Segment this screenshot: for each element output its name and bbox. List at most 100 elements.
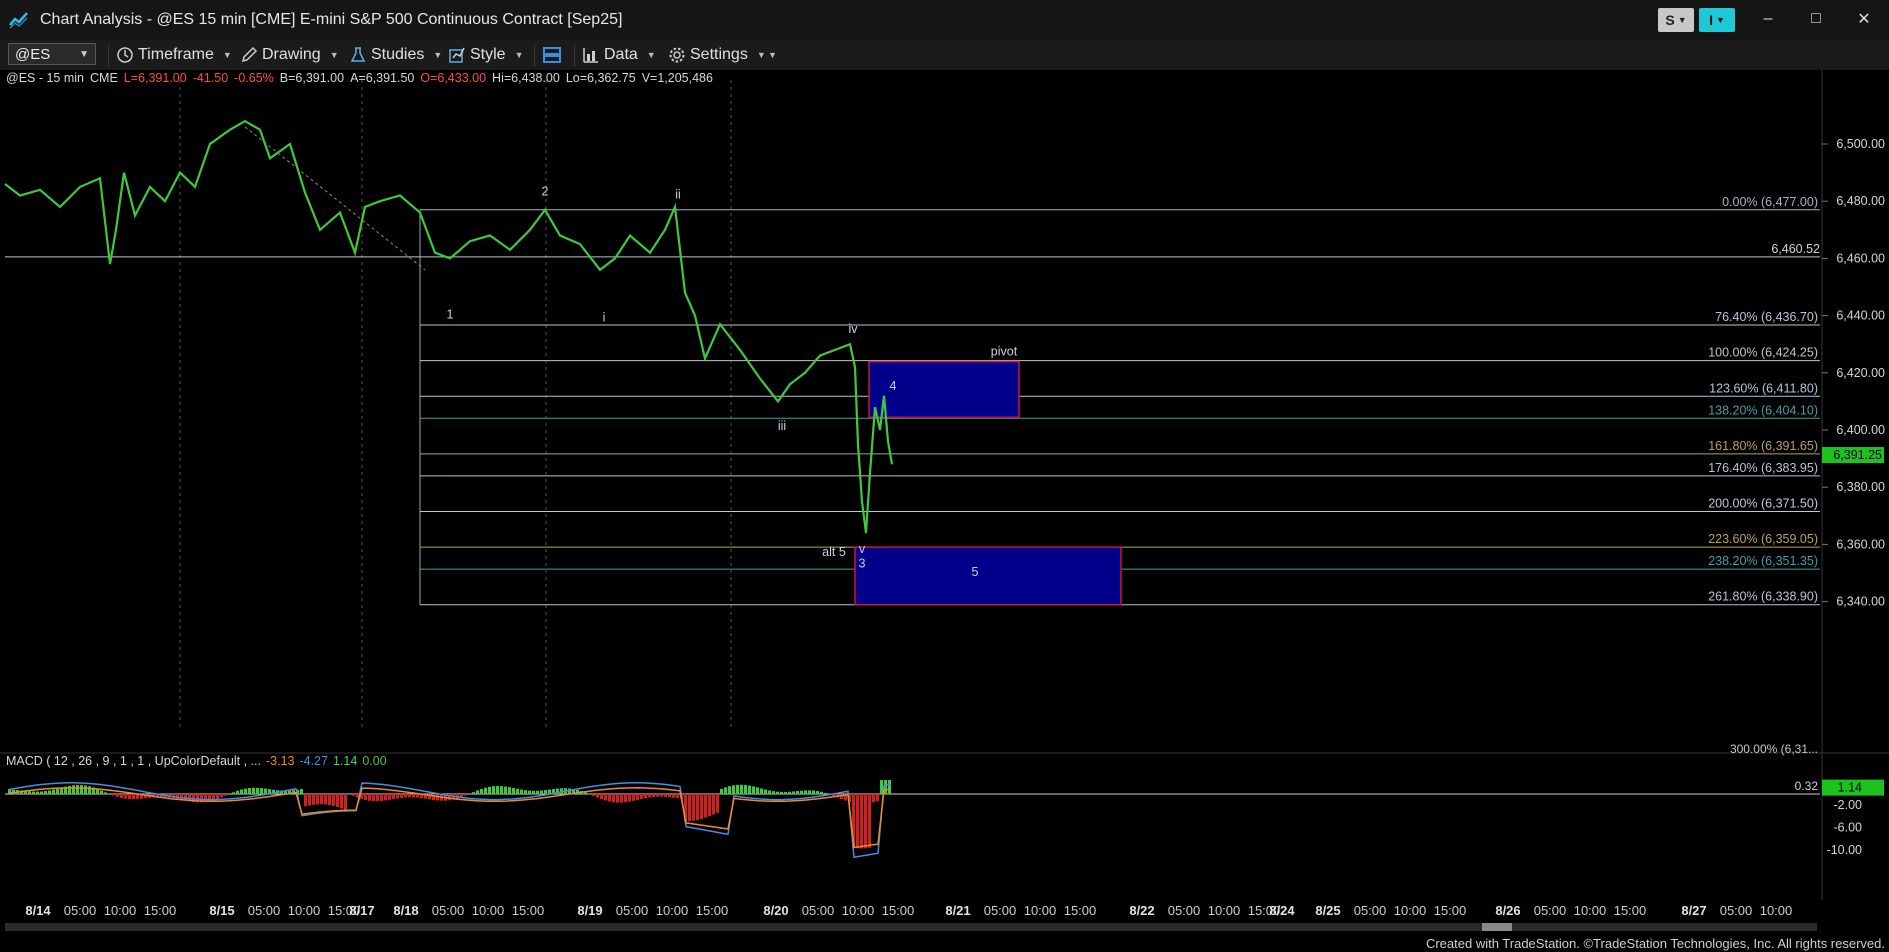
macd-histogram-bar (32, 791, 35, 794)
scrollbar-thumb[interactable] (1482, 923, 1512, 931)
trend-line (244, 126, 426, 271)
macd-histogram-bar (756, 787, 759, 794)
title-bar: Chart Analysis - @ES 15 min [CME] E-mini… (0, 0, 1889, 41)
macd-histogram-bar (388, 794, 391, 800)
macd-histogram-bar (748, 785, 751, 794)
chevron-down-icon: ▼ (514, 50, 524, 60)
wave-label: alt 5 (822, 545, 846, 559)
macd-histogram-bar (612, 794, 615, 803)
macd-histogram-bar (792, 791, 795, 794)
fib-level-label: 76.40% (6,436.70) (1715, 310, 1818, 324)
maximize-button[interactable]: □ (1796, 6, 1836, 32)
macd-histogram-bar (400, 794, 403, 798)
macd-histogram-bar (380, 794, 383, 801)
horizontal-scrollbar[interactable] (5, 923, 1817, 931)
chevron-down-icon: ▼ (329, 50, 339, 60)
timeframe-label: Timeframe (138, 46, 214, 63)
wave-label: 2 (542, 184, 549, 198)
data-menu[interactable]: Data ▼ (582, 45, 656, 65)
date-label: 8/14 (25, 903, 51, 918)
macd-histogram-bar (496, 785, 499, 794)
wave-5-target-box (854, 546, 1122, 606)
settings-menu[interactable]: Settings ▼ (668, 45, 766, 65)
macd-current-label: 1.14 (1838, 781, 1862, 795)
studies-menu[interactable]: Studies ▼ (349, 45, 442, 65)
macd-histogram-bar (600, 794, 603, 800)
macd-histogram-bar (584, 792, 587, 794)
macd-histogram-bar (608, 794, 611, 802)
ask-price: A=6,391.50 (350, 71, 415, 85)
toolbar-overflow-button[interactable]: ▼ (768, 45, 777, 65)
price-chart[interactable]: 6,460.52 0.00% (6,477.00) 76.40% (6,436.70… (0, 70, 1889, 952)
layout-button[interactable] (542, 45, 566, 65)
date-label: 8/17 (349, 903, 374, 918)
chart-toolbar: @ES ▼ Timeframe ▼ Drawing ▼ Studies ▼ Style ▼… (0, 40, 1889, 70)
macd-histogram-bar (652, 794, 655, 797)
macd-histogram-bar (736, 784, 739, 794)
macd-histogram-bar (672, 794, 675, 798)
macd-histogram-bar (632, 794, 635, 801)
macd-histogram-bar (36, 791, 39, 794)
macd-histogram-bar (248, 787, 251, 794)
drawing-menu[interactable]: Drawing ▼ (240, 45, 339, 65)
macd-histogram-bar (776, 791, 779, 794)
macd-histogram-bar (696, 794, 699, 820)
macd-histogram-bar (488, 786, 491, 794)
macd-histogram-bar (536, 790, 539, 794)
macd-label: MACD ( 12 , 26 , 9 , 1 , 1 , UpColorDefa… (6, 754, 261, 768)
i-mode-button[interactable]: I ▼ (1699, 8, 1735, 32)
style-icon (449, 47, 465, 63)
time-label: 10:00 (1024, 903, 1057, 918)
macd-histogram-bar (304, 794, 307, 807)
data-label: Data (604, 46, 638, 63)
time-label: 10:00 (104, 903, 137, 918)
macd-histogram-bar (396, 794, 399, 799)
macd-histogram-bar (44, 791, 47, 794)
macd-histogram-bar (76, 785, 79, 794)
studies-label: Studies (371, 46, 425, 63)
wave-label: iv (848, 322, 858, 336)
macd-histogram-bar (688, 794, 691, 822)
macd-histogram-bar (616, 794, 619, 803)
macd-histogram-bar (132, 794, 135, 800)
time-label: 15:00 (1064, 903, 1097, 918)
chevron-down-icon: ▼ (79, 49, 89, 60)
style-menu[interactable]: Style ▼ (448, 45, 524, 65)
time-label: 10:00 (288, 903, 321, 918)
open-price: O=6,433.00 (420, 71, 487, 85)
macd-histogram-bar (592, 794, 595, 796)
macd-histogram-bar (816, 791, 819, 794)
fib-level-label: 238.20% (6,351.35) (1708, 554, 1818, 568)
macd-histogram-bar (520, 789, 523, 794)
settings-label: Settings (690, 46, 748, 63)
macd-histogram-bar (216, 794, 219, 799)
macd-histogram-bar (640, 794, 643, 800)
fib-level-label: 200.00% (6,371.50) (1708, 497, 1818, 511)
time-label: 05:00 (616, 903, 649, 918)
macd-histogram-bar (728, 786, 731, 794)
minimize-button[interactable]: – (1748, 6, 1788, 32)
symbol-input[interactable]: @ES ▼ (8, 43, 96, 65)
macd-histogram-bar (628, 794, 631, 802)
fib-level-label: 138.20% (6,404.10) (1708, 403, 1818, 417)
date-label: 8/19 (577, 903, 602, 918)
macd-value-4: 0.00 (362, 754, 387, 768)
macd-histogram-bar (868, 794, 871, 848)
macd-histogram-bar (860, 794, 863, 849)
layout-icon (543, 47, 561, 63)
time-label: 05:00 (248, 903, 281, 918)
time-label: 10:00 (842, 903, 875, 918)
net-change: -41.50 (192, 71, 229, 85)
wave-label: ii (675, 187, 681, 201)
macd-histogram-bar (68, 785, 71, 794)
macd-histogram-bar (872, 794, 875, 803)
target-boxes (854, 360, 1122, 606)
macd-histogram-bar (352, 794, 355, 796)
macd-histogram-bar (236, 790, 239, 794)
timeframe-menu[interactable]: Timeframe ▼ (116, 45, 232, 65)
price-series-line (4, 119, 894, 534)
close-button[interactable]: ✕ (1844, 6, 1884, 32)
macd-histogram-bar (524, 790, 527, 794)
s-mode-button[interactable]: S ▼ (1658, 8, 1694, 32)
price-bars (4, 119, 894, 534)
